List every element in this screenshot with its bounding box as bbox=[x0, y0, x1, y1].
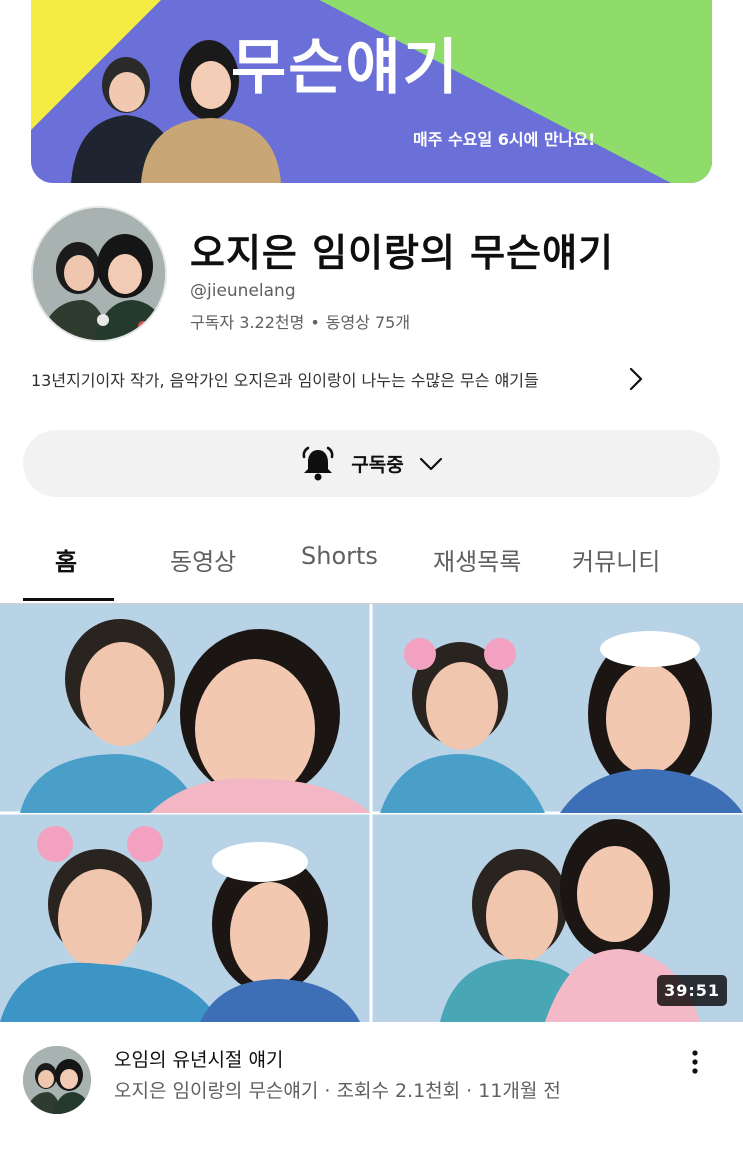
video-duration-badge: 39:51 bbox=[657, 975, 727, 1006]
subscribed-button[interactable]: 구독중 bbox=[23, 430, 720, 497]
video-meta: 오지은 임이랑의 무슨얘기 · 조회수 2.1천회 · 11개월 전 bbox=[114, 1080, 561, 1102]
channel-stats: 구독자 3.22천명 • 동영상 75개 bbox=[190, 309, 410, 333]
banner-subtitle: 매주 수요일 6시에 만나요! bbox=[413, 130, 596, 149]
channel-description: 13년지기이자 작가, 음악가인 오지은과 임이랑이 나누는 수많은 무슨 얘기… bbox=[31, 371, 539, 390]
channel-tabs: 홈 동영상 Shorts 재생목록 커뮤니티 bbox=[0, 520, 743, 604]
channel-banner: 무슨얘기 매주 수요일 6시에 만나요! bbox=[31, 0, 712, 183]
banner-title: 무슨얘기 bbox=[231, 33, 460, 103]
chevron-down-icon bbox=[419, 457, 442, 470]
video-title[interactable]: 오임의 유년시절 얘기 bbox=[114, 1045, 283, 1072]
channel-description-row[interactable]: 13년지기이자 작가, 음악가인 오지은과 임이랑이 나누는 수많은 무슨 얘기… bbox=[31, 366, 651, 392]
thumbnail-photo-grid bbox=[0, 604, 743, 1022]
subscribed-label: 구독중 bbox=[351, 454, 404, 476]
tab-community[interactable]: 커뮤니티 bbox=[572, 542, 660, 577]
tab-videos[interactable]: 동영상 bbox=[170, 542, 236, 577]
more-vert-icon[interactable] bbox=[684, 1048, 706, 1078]
video-count: 동영상 75개 bbox=[325, 313, 411, 332]
video-channel-avatar[interactable] bbox=[23, 1046, 91, 1114]
channel-avatar[interactable] bbox=[31, 206, 167, 342]
bell-icon bbox=[302, 446, 334, 480]
tab-playlists[interactable]: 재생목록 bbox=[433, 542, 521, 577]
subscriber-count: 구독자 3.22천명 bbox=[190, 313, 305, 332]
stats-separator: • bbox=[310, 313, 320, 332]
tab-shorts[interactable]: Shorts bbox=[301, 542, 378, 570]
active-tab-indicator bbox=[23, 598, 114, 601]
chevron-right-icon[interactable] bbox=[626, 366, 646, 392]
video-thumbnail[interactable]: 39:51 bbox=[0, 604, 743, 1022]
tab-home[interactable]: 홈 bbox=[55, 542, 77, 577]
channel-name: 오지은 임이랑의 무슨얘기 bbox=[190, 231, 615, 275]
channel-handle: @jieunelang bbox=[190, 281, 296, 301]
